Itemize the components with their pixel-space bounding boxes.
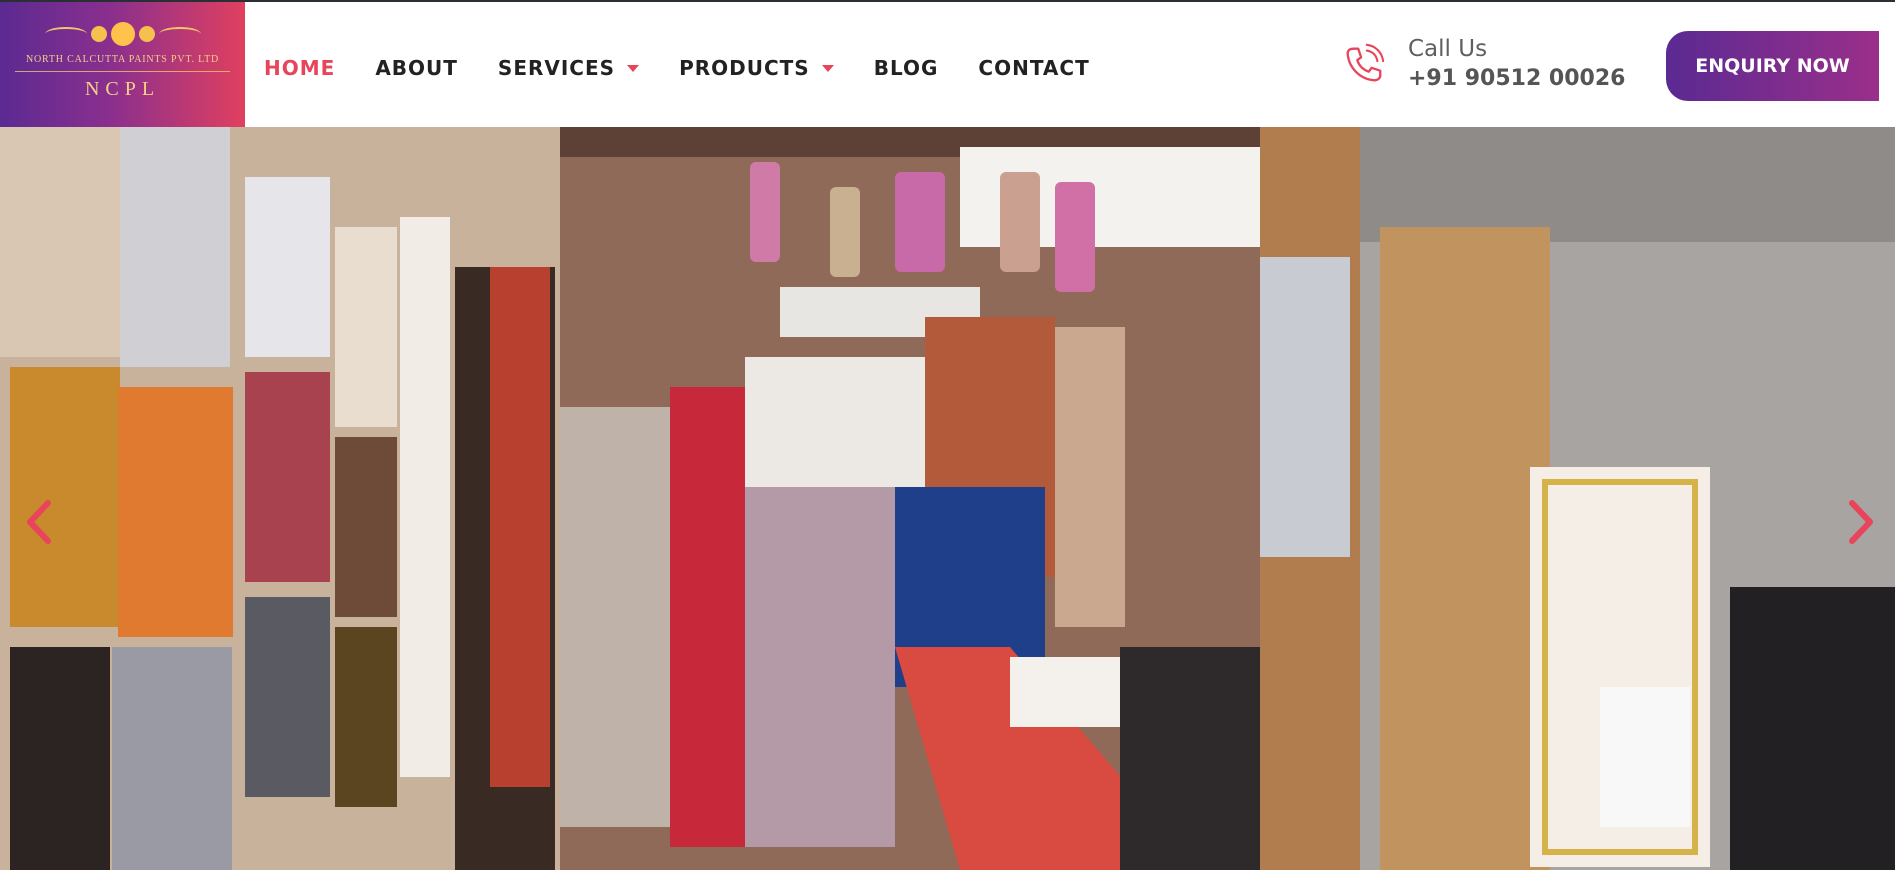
- nav-item-label: BLOG: [873, 56, 939, 80]
- logo-divider: [15, 71, 230, 72]
- paint-store-interior-photo: [0, 127, 1895, 870]
- nav-item-label: SERVICES: [497, 56, 616, 80]
- call-us-block[interactable]: Call Us +91 90512 00026: [1340, 36, 1625, 91]
- call-us-label: Call Us: [1408, 36, 1488, 62]
- site-header: NORTH CALCUTTA PAINTS PVT. LTD NCPL HOME…: [0, 2, 1895, 127]
- caret-down-icon: [627, 64, 640, 72]
- enquiry-now-button[interactable]: ENQUIRY NOW: [1666, 31, 1879, 101]
- nav-item-blog[interactable]: BLOG: [874, 56, 939, 80]
- nav-item-label: PRODUCTS: [679, 56, 810, 80]
- caret-down-icon: [821, 64, 834, 72]
- logo-company-name: NORTH CALCUTTA PAINTS PVT. LTD: [25, 54, 220, 65]
- chevron-left-icon[interactable]: [20, 497, 60, 547]
- logo-ornament-icon: [44, 22, 201, 46]
- nav-item-label: ABOUT: [375, 56, 458, 80]
- hero-slider: [0, 127, 1895, 870]
- company-logo[interactable]: NORTH CALCUTTA PAINTS PVT. LTD NCPL: [0, 2, 245, 127]
- nav-item-home[interactable]: HOME: [264, 56, 335, 80]
- nav-item-label: HOME: [264, 56, 336, 80]
- nav-item-services[interactable]: SERVICES: [497, 56, 640, 80]
- nav-item-products[interactable]: PRODUCTS: [679, 56, 834, 80]
- phone-icon: [1346, 43, 1385, 81]
- nav-item-about[interactable]: ABOUT: [375, 56, 458, 80]
- nav-item-label: CONTACT: [978, 56, 1090, 80]
- nav-item-contact[interactable]: CONTACT: [978, 56, 1089, 80]
- chevron-right-icon[interactable]: [1840, 497, 1880, 547]
- logo-abbreviation: NCPL: [84, 78, 161, 100]
- phone-number[interactable]: +91 90512 00026: [1408, 66, 1625, 91]
- main-nav: HOME ABOUT SERVICES PRODUCTS BLOG CONTAC…: [264, 56, 1130, 80]
